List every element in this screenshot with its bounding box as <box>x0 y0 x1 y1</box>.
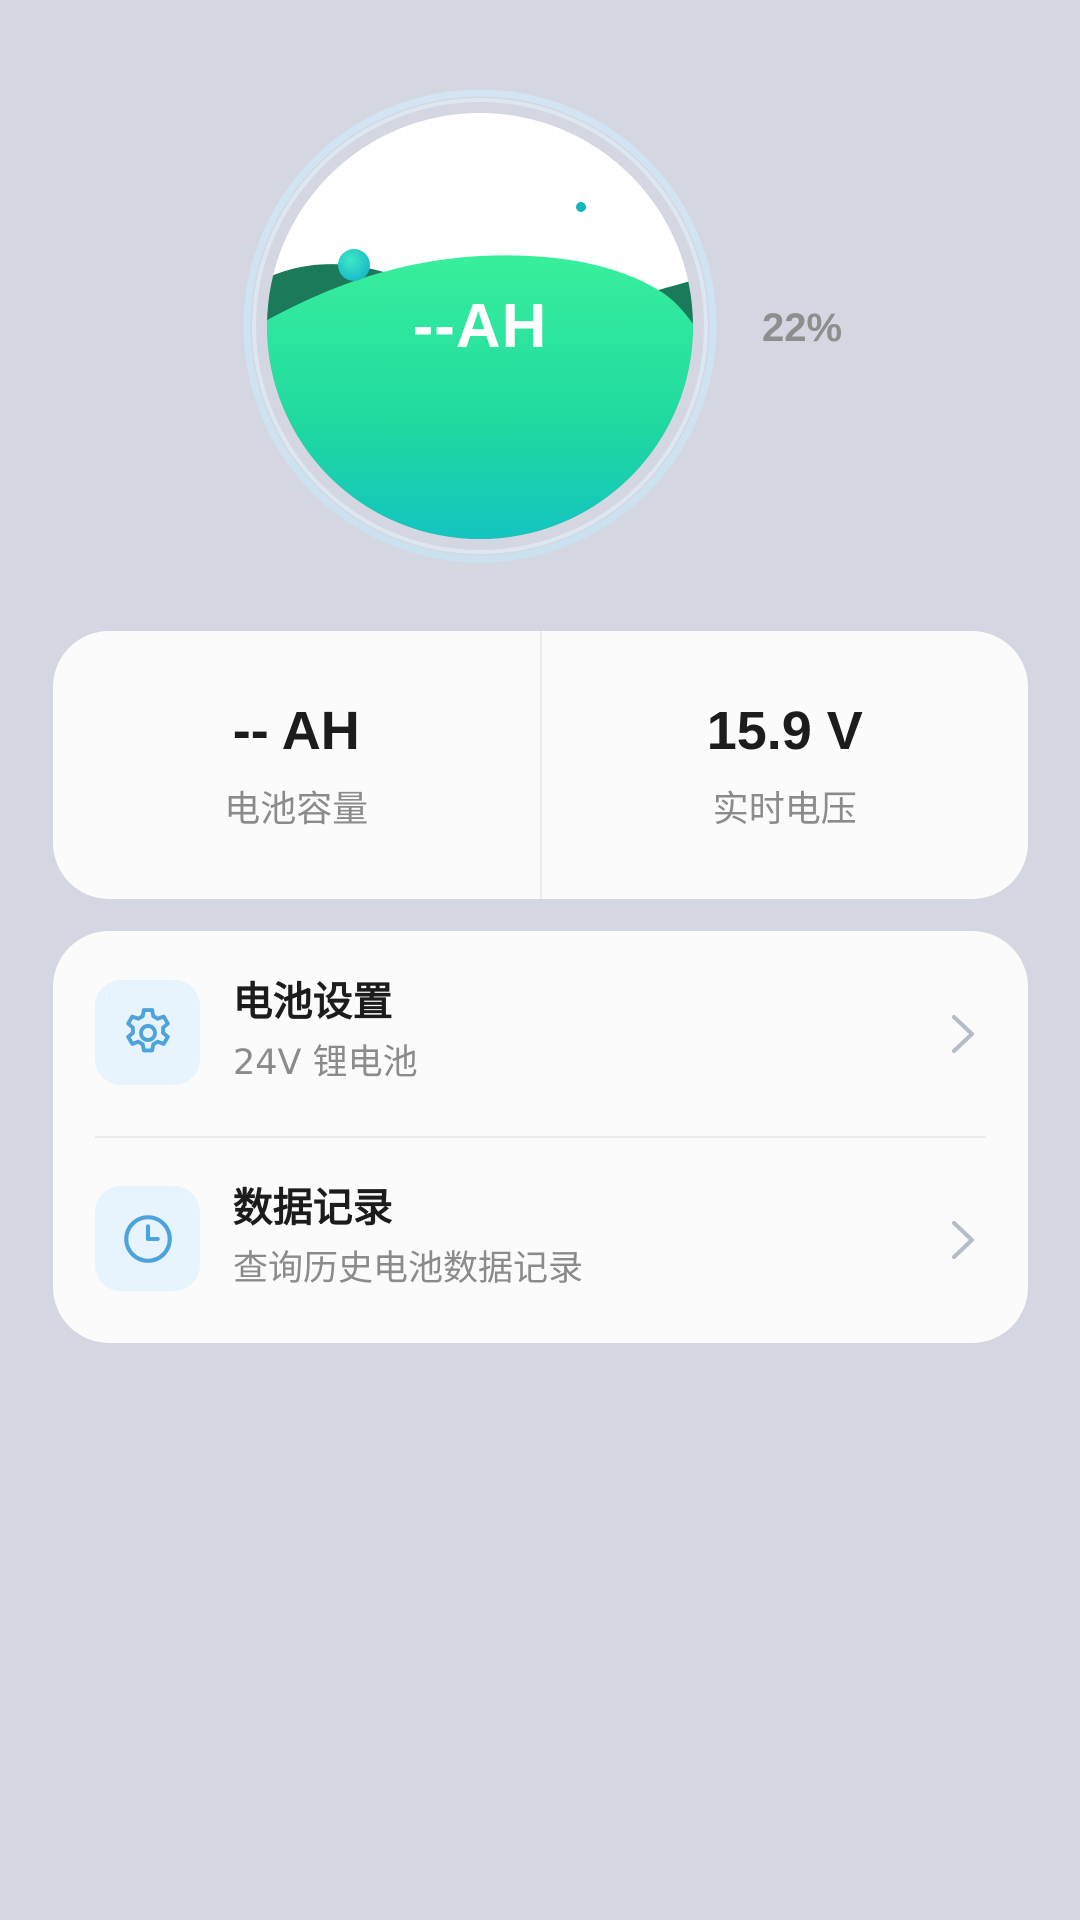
battery-gauge: --AH <box>240 86 720 566</box>
data-records-subtitle: 查询历史电池数据记录 <box>233 1249 584 1289</box>
data-records-title: 数据记录 <box>233 1185 393 1231</box>
battery-stats-card: -- AH 电池容量 15.9 V 实时电压 <box>53 631 1028 899</box>
data-records-icon-box <box>95 1186 200 1291</box>
battery-settings-icon-box <box>95 980 200 1085</box>
battery-capacity-label: 电池容量 <box>224 789 369 830</box>
battery-percent: 22% <box>762 306 843 350</box>
data-records-item[interactable]: 数据记录 查询历史电池数据记录 <box>53 1137 1028 1343</box>
chevron-right-icon <box>952 1015 974 1053</box>
battery-settings-item[interactable]: 电池设置 24V 锂电池 <box>53 931 1028 1138</box>
realtime-voltage-stat: 15.9 V 实时电压 <box>539 631 1029 899</box>
clock-icon <box>123 1214 172 1263</box>
battery-settings-subtitle: 24V 锂电池 <box>233 1043 418 1083</box>
battery-settings-title: 电池设置 <box>233 979 393 1025</box>
realtime-voltage-value: 15.9 V <box>706 701 863 761</box>
battery-capacity-value: -- AH <box>232 701 360 761</box>
battery-capacity-stat: -- AH 电池容量 <box>53 631 540 899</box>
realtime-voltage-label: 实时电压 <box>712 789 857 830</box>
gear-icon <box>125 1007 170 1052</box>
menu-card: 电池设置 24V 锂电池 数据记录 查询历史电池数据记录 <box>53 931 1028 1343</box>
gauge-value: --AH <box>412 291 548 361</box>
chevron-right-icon <box>952 1221 974 1259</box>
